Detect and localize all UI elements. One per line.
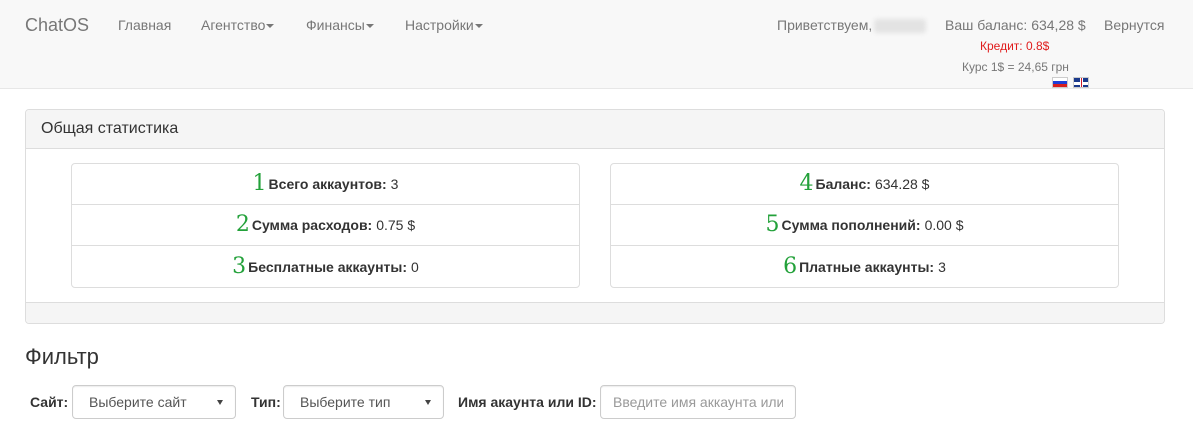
type-select-value: Выберите тип [300, 394, 391, 410]
russian-flag-icon[interactable] [1052, 77, 1068, 88]
site-select[interactable]: Выберите сайт [72, 385, 236, 419]
stat-label: Сумма пополнений: [781, 217, 921, 233]
chevron-down-icon [217, 399, 223, 405]
nav-item-label: Настройки [405, 17, 474, 33]
stat-value: 0.00 $ [924, 217, 964, 233]
stat-row: 4 Баланс: 634.28 $ [611, 164, 1118, 205]
stat-label: Всего аккаунтов: [268, 176, 387, 192]
stat-row: 5 Сумма пополнений: 0.00 $ [611, 205, 1118, 246]
nav-item-label: Финансы [306, 17, 365, 33]
stat-row: 6 Платные аккаунты: 3 [611, 246, 1118, 287]
type-label: Тип: [251, 394, 281, 410]
stats-list-right: 4 Баланс: 634.28 $ 5 Сумма пополнений: 0… [610, 163, 1119, 288]
nav-item-label: Главная [118, 17, 172, 33]
stat-value: 0.75 $ [376, 217, 416, 233]
chevron-down-icon [425, 399, 431, 405]
annotation-number: 6 [783, 253, 798, 279]
annotation-number: 5 [765, 212, 780, 237]
site-label: Сайт: [30, 394, 69, 410]
type-select[interactable]: Выберите тип [283, 385, 444, 419]
brand-logo[interactable]: ChatOS [25, 15, 89, 36]
return-link[interactable]: Вернутся [1104, 17, 1164, 33]
credit-text: Кредит: 0.8$ [980, 39, 1050, 53]
stat-value: 634.28 $ [874, 176, 930, 192]
panel-title: Общая статистика [26, 110, 1164, 149]
stat-value: 0 [411, 258, 419, 275]
annotation-number: 2 [235, 212, 250, 237]
english-flag-icon[interactable] [1073, 77, 1089, 88]
stats-list-left: 1 Всего аккаунтов: 3 2 Сумма расходов: 0… [71, 163, 580, 288]
caret-down-icon [365, 24, 374, 29]
nav-item-label: Агентство [201, 17, 266, 33]
greeting: Приветствуем, [777, 17, 927, 34]
exchange-rate-text: Курс 1$ = 24,65 грн [962, 60, 1069, 74]
nav-item-agency[interactable]: Агентство [201, 17, 275, 33]
balance-text: Ваш баланс: 634,28 $ [945, 17, 1086, 33]
panel-footer [26, 302, 1164, 323]
general-stats-panel: Общая статистика 1 Всего аккаунтов: 3 2 … [25, 109, 1165, 324]
caret-down-icon [474, 24, 483, 29]
account-search-input[interactable] [600, 385, 796, 419]
stat-label: Бесплатные аккаунты: [248, 258, 408, 275]
stat-label: Сумма расходов: [251, 217, 373, 233]
annotation-number: 1 [252, 171, 267, 196]
stat-label: Платные аккаунты: [799, 258, 935, 275]
blurred-username [874, 19, 927, 34]
filter-title: Фильтр [25, 344, 99, 369]
greeting-text: Приветствуем, [777, 17, 873, 33]
stat-value: 3 [938, 258, 946, 275]
annotation-number: 3 [232, 253, 247, 279]
nav-item-home[interactable]: Главная [118, 17, 171, 33]
nav-item-finance[interactable]: Финансы [306, 17, 374, 33]
stat-row: 2 Сумма расходов: 0.75 $ [72, 205, 579, 246]
account-label: Имя акаунта или ID: [458, 394, 597, 410]
stat-row: 3 Бесплатные аккаунты: 0 [72, 246, 579, 287]
site-select-value: Выберите сайт [89, 394, 187, 410]
stat-row: 1 Всего аккаунтов: 3 [72, 164, 579, 205]
caret-down-icon [266, 24, 275, 29]
stat-label: Баланс: [815, 176, 871, 192]
nav-item-settings[interactable]: Настройки [405, 17, 483, 33]
annotation-number: 4 [799, 171, 814, 196]
top-navbar: ChatOS Главная Агентство Финансы Настрой… [0, 0, 1193, 89]
stat-value: 3 [390, 176, 399, 192]
